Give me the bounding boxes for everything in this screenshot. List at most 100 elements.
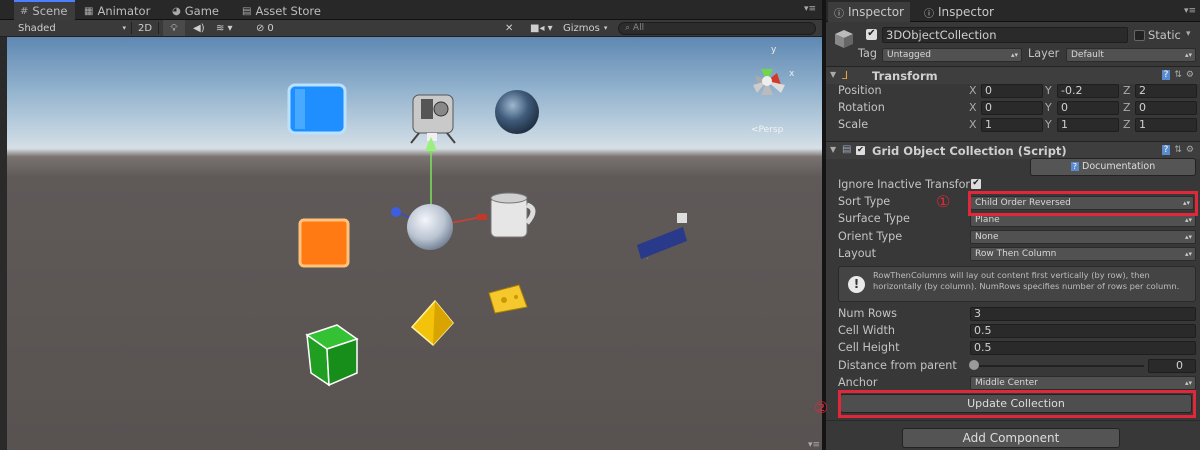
component-header-icons: ? ⇅ ⚙: [1161, 70, 1194, 80]
chevron-icon: ▴▾: [1184, 233, 1192, 241]
distance-field[interactable]: 0: [1148, 359, 1196, 373]
effects-dropdown[interactable]: ≋ ▾: [216, 20, 233, 36]
rotation-y-field[interactable]: 0: [1057, 101, 1119, 115]
orientation-gizmo[interactable]: y x <Persp: [737, 41, 807, 135]
tools-button[interactable]: ✕: [505, 20, 513, 36]
eye-slash-icon: ⊘: [256, 22, 265, 34]
scale-label: Scale: [838, 118, 869, 131]
script-enabled-checkbox[interactable]: ✔: [856, 146, 865, 155]
orient-type-label: Orient Type: [838, 230, 903, 243]
position-z-field[interactable]: 2: [1135, 84, 1197, 98]
anchor-dropdown[interactable]: Middle Center ▴▾: [970, 376, 1196, 390]
blue-cube[interactable]: [287, 83, 347, 135]
tab-menu-icon[interactable]: ▾≡: [804, 4, 816, 14]
distance-slider-track[interactable]: [972, 365, 1144, 367]
orient-type-dropdown[interactable]: None ▴▾: [970, 230, 1196, 244]
preset-icon[interactable]: ⇅: [1174, 70, 1182, 80]
scale-z-field[interactable]: 1: [1135, 118, 1197, 132]
2d-toggle[interactable]: 2D: [138, 20, 152, 36]
info-icon: ⓘ: [924, 8, 934, 20]
coffee-mug[interactable]: [490, 192, 536, 238]
ignore-inactive-checkbox[interactable]: ✔: [971, 179, 981, 189]
lightbulb-icon: 💡︎: [170, 22, 178, 34]
tab-asset-store[interactable]: ▤ Asset Store: [236, 2, 329, 20]
camera-dropdown[interactable]: ■◂ ▾: [530, 20, 553, 36]
tab-scene[interactable]: # Scene: [14, 0, 76, 20]
pivot-sphere[interactable]: [407, 204, 453, 250]
tab-animator-label: Animator: [97, 4, 151, 18]
viewport-menu-icon[interactable]: ▾≡: [808, 440, 820, 450]
rotation-z-field[interactable]: 0: [1135, 101, 1197, 115]
static-dropdown-icon[interactable]: ▾: [1186, 29, 1191, 39]
highlight-update-collection: [838, 390, 1196, 418]
grid-collection-header[interactable]: ▼ ▤ ✔ Grid Object Collection (Script) ? …: [826, 141, 1200, 159]
documentation-button[interactable]: ? Documentation: [1030, 158, 1196, 176]
help-book-icon: ?: [1070, 162, 1079, 171]
tab-game[interactable]: ◕ Game: [166, 2, 227, 20]
layer-dropdown[interactable]: Default ▴▾: [1066, 48, 1196, 62]
shading-dropdown[interactable]: Shaded ▾: [18, 20, 128, 36]
chevron-down-icon: ▾: [122, 24, 126, 32]
scale-y-field[interactable]: 1: [1057, 118, 1119, 132]
help-book-icon[interactable]: ?: [1161, 70, 1171, 80]
rotation-x-field[interactable]: 0: [981, 101, 1043, 115]
cell-width-field[interactable]: 0.5: [970, 324, 1196, 338]
active-checkbox[interactable]: ✔: [866, 29, 877, 40]
position-y-field[interactable]: -0.2: [1057, 84, 1119, 98]
highlight-sort-type: [968, 191, 1198, 216]
scene-viewport[interactable]: . y x <Persp ▾≡: [7, 37, 822, 450]
animator-icon: ▦: [84, 5, 94, 17]
perspective-label[interactable]: <Persp: [751, 125, 783, 135]
documentation-label: Documentation: [1082, 161, 1156, 172]
tab-inspector-1[interactable]: ⓘ Inspector: [828, 2, 910, 22]
transform-header[interactable]: ▼ ⅃ Transform ? ⇅ ⚙: [826, 66, 1200, 84]
keyboard-model[interactable]: .: [637, 213, 687, 261]
add-component-button[interactable]: Add Component: [902, 428, 1120, 448]
hidden-objects-toggle[interactable]: ⊘ 0: [256, 20, 274, 36]
tab-game-label: Game: [184, 4, 219, 18]
tab-inspector-1-label: Inspector: [848, 5, 904, 19]
z-axis-label: Z: [1123, 84, 1131, 97]
transform-axes-icon: ⅃: [842, 69, 849, 82]
tab-animator[interactable]: ▦ Animator: [78, 2, 158, 20]
gear-icon[interactable]: ⚙: [1186, 145, 1194, 155]
tab-inspector-2[interactable]: ⓘ Inspector: [918, 2, 1000, 22]
search-placeholder: All: [632, 23, 645, 33]
layout-label: Layout: [838, 247, 877, 260]
audio-toggle[interactable]: ◀): [193, 20, 205, 36]
tag-dropdown[interactable]: Untagged ▴▾: [882, 48, 1022, 62]
layer-label: Layer: [1028, 47, 1060, 60]
scale-x-field[interactable]: 1: [981, 118, 1043, 132]
gold-pyramid[interactable]: [410, 299, 454, 347]
help-book-icon[interactable]: ?: [1161, 145, 1171, 155]
num-rows-field[interactable]: 3: [970, 307, 1196, 321]
layout-dropdown[interactable]: Row Then Column ▴▾: [970, 247, 1196, 261]
lighting-toggle[interactable]: 💡︎: [163, 20, 185, 36]
orange-cube[interactable]: [298, 218, 350, 268]
distance-slider-thumb[interactable]: [969, 360, 979, 370]
lander-model[interactable]: [410, 94, 456, 144]
gizmos-dropdown[interactable]: Gizmos ▾: [563, 20, 607, 36]
static-checkbox[interactable]: [1134, 30, 1145, 41]
camera-icon: ■◂ ▾: [530, 22, 553, 34]
object-name-field[interactable]: 3DObjectCollection: [882, 27, 1128, 43]
z-axis-label: Z: [1123, 118, 1131, 131]
preset-icon[interactable]: ⇅: [1174, 145, 1182, 155]
anchor-value: Middle Center: [975, 378, 1038, 388]
surface-type-value: Plane: [975, 215, 1000, 225]
foldout-arrow-icon: ▼: [830, 145, 837, 154]
position-x-field[interactable]: 0: [981, 84, 1043, 98]
tab-scene-label: Scene: [32, 4, 68, 18]
cube-icon-graphic: [835, 30, 853, 48]
earth-sphere[interactable]: [495, 90, 539, 134]
num-rows-label: Num Rows: [838, 307, 898, 320]
left-edge: [0, 37, 7, 450]
gear-icon[interactable]: ⚙: [1186, 70, 1194, 80]
cheese-wedge[interactable]: [488, 284, 528, 314]
inspector-menu-icon[interactable]: ▾≡: [1184, 6, 1196, 16]
distance-label: Distance from parent: [838, 359, 957, 372]
search-input[interactable]: ⌕ All: [618, 22, 816, 35]
cell-height-field[interactable]: 0.5: [970, 341, 1196, 355]
green-cube[interactable]: [305, 324, 359, 387]
script-icon: ▤: [842, 144, 852, 155]
